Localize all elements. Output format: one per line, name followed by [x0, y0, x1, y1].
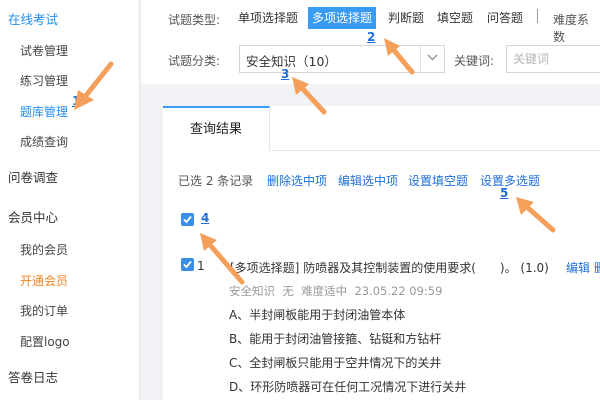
category-select[interactable]: 安全知识（10） [239, 45, 445, 73]
row-checkbox[interactable] [181, 258, 194, 271]
keyword-input[interactable] [506, 45, 600, 73]
set-multiple-choice-link[interactable]: 设置多选题 [480, 172, 540, 189]
sidebar-item-scores[interactable]: 成绩查询 [20, 133, 68, 150]
category-select-value: 安全知识（10） [246, 54, 337, 69]
annotation-label: 1 [72, 94, 81, 108]
edit-question-link[interactable]: 编辑 [566, 259, 590, 276]
question-type-label: 试题类型: [168, 13, 221, 27]
question-category: 安全知识 [229, 284, 275, 298]
option-b: B、能用于封闭油管接箍、钻铤和方钻杆 [229, 332, 442, 346]
sidebar-item-logo-config[interactable]: 配置logo [20, 333, 70, 350]
sidebar-group-answer-log[interactable]: 答卷日志 [8, 367, 58, 386]
annotation-label: 4 [201, 211, 210, 225]
question-title: [多项选择题] 防喷器及其控制装置的使用要求( )。 (1.0) [230, 259, 549, 276]
option-d: D、环形防喷器可在任何工况情况下进行关井 [229, 380, 467, 394]
option-a: A、半封闸板能用于封闭油管本体 [229, 308, 406, 322]
chevron-down-icon[interactable] [420, 46, 444, 72]
delete-question-link[interactable]: 删 [594, 259, 600, 276]
selected-count: 已选 2 条记录 [178, 174, 254, 188]
tab-true-false[interactable]: 判断题 [384, 7, 428, 29]
question-date: 23.05.22 09:59 [354, 284, 443, 298]
annotation-label: 5 [500, 186, 509, 200]
question-meta: 安全知识 无 难度适中 23.05.22 09:59 [229, 283, 442, 299]
divider [537, 9, 538, 23]
sidebar-item-practice[interactable]: 练习管理 [20, 72, 68, 89]
tab-essay[interactable]: 问答题 [483, 7, 527, 29]
set-fill-blank-link[interactable]: 设置填空题 [408, 172, 468, 189]
tab-fill-blank[interactable]: 填空题 [433, 7, 477, 29]
difficulty-label[interactable]: 难度系数 [553, 11, 600, 45]
category-label: 试题分类: [168, 54, 221, 68]
question-score: (1.0) [520, 261, 549, 275]
tab-multiple-choice[interactable]: 多项选择题 [308, 7, 377, 29]
sidebar-group-online-exam[interactable]: 在线考试 [8, 9, 58, 28]
question-text: 防喷器及其控制装置的使用要求( )。 [303, 261, 517, 275]
sidebar-item-my-orders[interactable]: 我的订单 [20, 302, 68, 319]
sidebar-group-survey[interactable]: 问卷调查 [8, 167, 58, 186]
sidebar-item-exam-paper[interactable]: 试卷管理 [20, 42, 68, 59]
option-c: C、全封闸板只能用于空井情况下的关井 [229, 356, 442, 370]
annotation-label: 2 [367, 30, 376, 44]
question-analysis: 无 [282, 284, 294, 298]
question-type-tag: [多项选择题] [230, 261, 300, 275]
sidebar: 在线考试 试卷管理 练习管理 题库管理 成绩查询 问卷调查 会员中心 我的会员 … [0, 0, 140, 400]
sidebar-item-my-members[interactable]: 我的会员 [20, 241, 68, 258]
sidebar-item-open-membership[interactable]: 开通会员 [20, 272, 68, 289]
delete-selected-link[interactable]: 删除选中项 [267, 172, 327, 189]
divider [270, 150, 600, 151]
select-all-checkbox[interactable] [181, 213, 194, 226]
sidebar-item-question-bank[interactable]: 题库管理 [20, 103, 68, 120]
question-difficulty: 难度适中 [301, 284, 348, 298]
edit-selected-link[interactable]: 编辑选中项 [338, 172, 398, 189]
question-number: 1 [197, 259, 205, 273]
tab-single-choice[interactable]: 单项选择题 [234, 7, 302, 29]
tab-query-results[interactable]: 查询结果 [163, 106, 270, 151]
annotation-label: 3 [281, 67, 290, 81]
sidebar-group-member-center[interactable]: 会员中心 [8, 207, 58, 226]
keyword-label: 关键词: [454, 54, 495, 68]
